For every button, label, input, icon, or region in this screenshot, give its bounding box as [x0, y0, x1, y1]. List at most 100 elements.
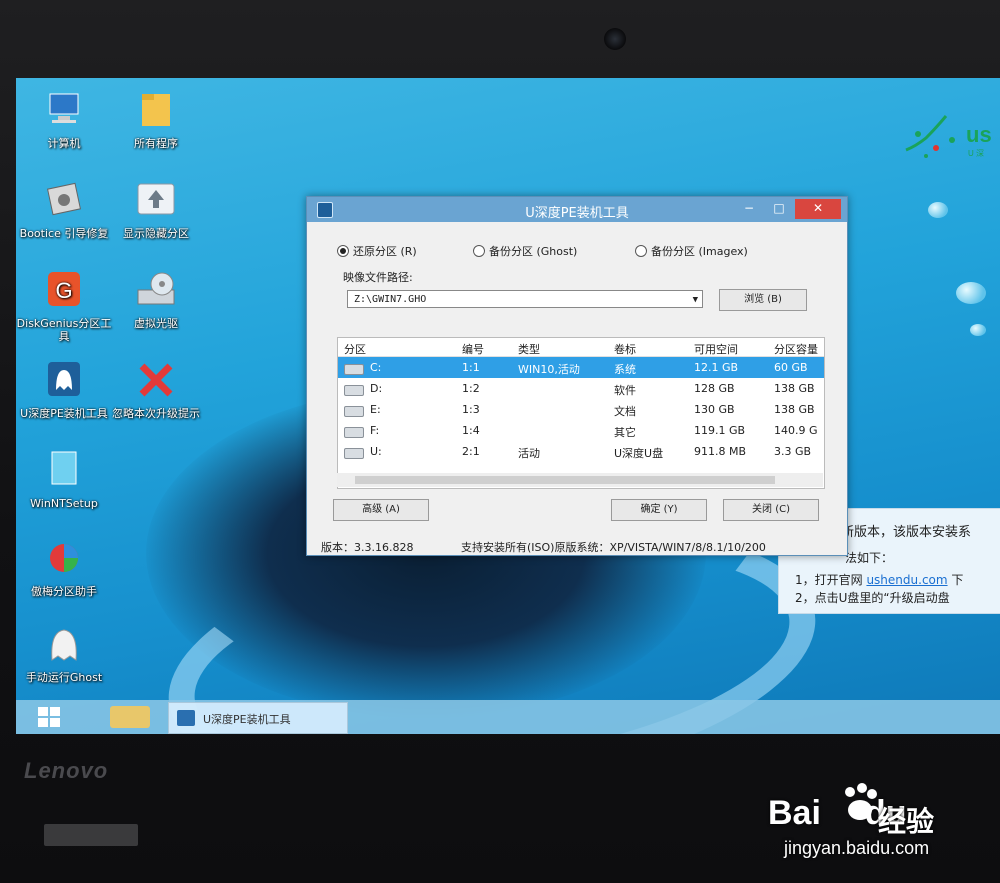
explorer-taskbar-icon[interactable]: [110, 706, 150, 728]
ok-button[interactable]: 确定 (Y): [611, 499, 707, 521]
dialog-title: U深度PE装机工具: [525, 206, 629, 221]
cell-free: 119.1 GB: [694, 424, 746, 437]
maximize-button[interactable]: □: [769, 199, 789, 219]
desktop-icon-winntsetup[interactable]: WinNTSetup: [16, 450, 114, 510]
radio-restore[interactable]: 还原分区 (R): [337, 243, 417, 259]
browse-button[interactable]: 浏览 (B): [719, 289, 807, 311]
laptop-hinge: [44, 824, 138, 846]
radio-label: 还原分区 (R): [353, 245, 417, 258]
cell-label: 系统: [614, 363, 636, 376]
desktop-icon-diskgenius[interactable]: G DiskGenius分区工具: [16, 270, 114, 343]
desktop-icon-all-programs[interactable]: 所有程序: [106, 90, 206, 150]
cell-free: 12.1 GB: [694, 361, 739, 374]
brand-logo-icon: [905, 115, 955, 158]
cell-number: 1:3: [462, 403, 480, 416]
desktop-icon-label: U深度PE装机工具: [20, 407, 108, 420]
virtual-drive-icon: [137, 272, 175, 305]
cell-free: 130 GB: [694, 403, 735, 416]
cell-type: 活动: [518, 447, 540, 460]
desktop-icon-label: 所有程序: [134, 137, 178, 150]
usb-drive-icon: [344, 448, 364, 459]
desktop-icon-label: 手动运行Ghost: [25, 671, 103, 684]
advanced-button[interactable]: 高级 (A): [333, 499, 429, 521]
partition-table: 分区 编号 类型 卷标 可用空间 分区容量 C: 1:1 WIN10,活动 系统…: [337, 337, 825, 489]
usd-ghost-icon: [48, 362, 80, 396]
desktop-icon-virtual-drive[interactable]: 虚拟光驱: [106, 270, 206, 330]
image-path-combobox[interactable]: Z:\GWIN7.GHO ▼: [347, 290, 703, 308]
scrollbar-thumb[interactable]: [355, 476, 775, 484]
disk-icon: [47, 182, 81, 216]
cell-label: 文档: [614, 405, 636, 418]
notice-line: 1，打开官网 ushendu.com 下: [795, 573, 964, 587]
minimize-button[interactable]: −: [739, 199, 759, 219]
col-header: 编号: [462, 343, 484, 356]
ushendu-link[interactable]: ushendu.com: [866, 573, 947, 587]
cell-partition: U:: [370, 445, 382, 458]
cell-number: 1:1: [462, 361, 480, 374]
water-drop: [956, 282, 986, 304]
chevron-down-icon[interactable]: ▼: [693, 291, 698, 309]
taskbar-item-label: U深度PE装机工具: [203, 713, 291, 726]
desktop-icon-usd-tool[interactable]: U深度PE装机工具: [16, 360, 114, 420]
baidu-paw-icon: [845, 783, 877, 820]
dialog-titlebar: U深度PE装机工具 − □ ✕: [307, 197, 847, 222]
water-drop: [970, 324, 986, 336]
desktop-icon-label: 显示隐藏分区: [123, 227, 189, 240]
table-row[interactable]: U: 2:1 活动 U深度U盘 911.8 MB 3.3 GB: [338, 441, 824, 462]
table-row[interactable]: F: 1:4 其它 119.1 GB 140.9 G: [338, 420, 824, 441]
desktop-icon-label: 忽略本次升级提示: [112, 407, 200, 420]
desktop-icon-label: Bootice 引导修复: [19, 227, 109, 240]
folder-icon: [142, 94, 170, 126]
col-header: 卷标: [614, 343, 636, 356]
table-horizontal-scrollbar[interactable]: [337, 473, 823, 487]
table-row[interactable]: E: 1:3 文档 130 GB 138 GB: [338, 399, 824, 420]
brand-logo-sub: U 深: [968, 149, 984, 158]
desktop-icon-bootice[interactable]: Bootice 引导修复: [16, 180, 114, 240]
cell-capacity: 140.9 G: [774, 424, 818, 437]
radio-dot: [337, 245, 349, 257]
radio-label: 备份分区 (Imagex): [651, 245, 748, 258]
notice-line: 法如下：: [845, 551, 894, 565]
desktop-icon-show-hidden[interactable]: 显示隐藏分区: [106, 180, 206, 240]
image-path-value: Z:\GWIN7.GHO: [354, 294, 427, 305]
desktop-icon-label: 计算机: [47, 137, 81, 150]
close-window-button[interactable]: ✕: [795, 199, 841, 219]
radio-dot: [473, 245, 485, 257]
desktop-icon-label: DiskGenius分区工具: [16, 317, 112, 343]
baidu-watermark-cn: 经验: [878, 805, 935, 838]
cell-partition: D:: [370, 382, 383, 395]
webcam: [604, 28, 626, 50]
desktop-icon-ghost[interactable]: 手动运行Ghost: [16, 624, 114, 684]
radio-backup-imagex[interactable]: 备份分区 (Imagex): [635, 243, 748, 259]
radio-label: 备份分区 (Ghost): [489, 245, 578, 258]
table-row[interactable]: D: 1:2 软件 128 GB 138 GB: [338, 378, 824, 399]
table-row[interactable]: C: 1:1 WIN10,活动 系统 12.1 GB 60 GB: [338, 357, 824, 378]
cell-partition: E:: [370, 403, 381, 416]
desktop-icon-computer[interactable]: 计算机: [16, 90, 114, 150]
support-text: 支持安装所有(ISO)原版系统：XP/VISTA/WIN7/8/8.1/10/2…: [461, 541, 766, 554]
desktop-icon-label: WinNTSetup: [30, 497, 98, 510]
start-button[interactable]: [38, 707, 60, 727]
water-drop: [928, 202, 948, 218]
hard-drive-icon: [344, 385, 364, 396]
cell-number: 1:4: [462, 424, 480, 437]
hard-drive-icon: [344, 427, 364, 438]
red-x-icon: [139, 363, 173, 397]
version-text: 版本：3.3.16.828: [321, 541, 414, 554]
radio-dot: [635, 245, 647, 257]
lenovo-logo: Lenovo: [24, 758, 109, 783]
image-path-label: 映像文件路径:: [343, 271, 413, 284]
cell-capacity: 3.3 GB: [774, 445, 812, 458]
radio-backup-ghost[interactable]: 备份分区 (Ghost): [473, 243, 577, 259]
notice-line: 新版本，该版本安装系: [841, 525, 972, 540]
desktop-icon-ignore-upgrade[interactable]: 忽略本次升级提示: [106, 360, 206, 420]
cell-number: 1:2: [462, 382, 480, 395]
col-header: 可用空间: [694, 343, 738, 356]
cell-label: 其它: [614, 426, 636, 439]
desktop-icon-aomei[interactable]: 傲梅分区助手: [16, 538, 114, 598]
close-button[interactable]: 关闭 (C): [723, 499, 819, 521]
winntsetup-icon: [51, 451, 77, 485]
col-header: 分区容量: [774, 343, 818, 356]
taskbar-item-usd-tool[interactable]: U深度PE装机工具: [168, 702, 348, 734]
computer-icon: [49, 93, 79, 123]
